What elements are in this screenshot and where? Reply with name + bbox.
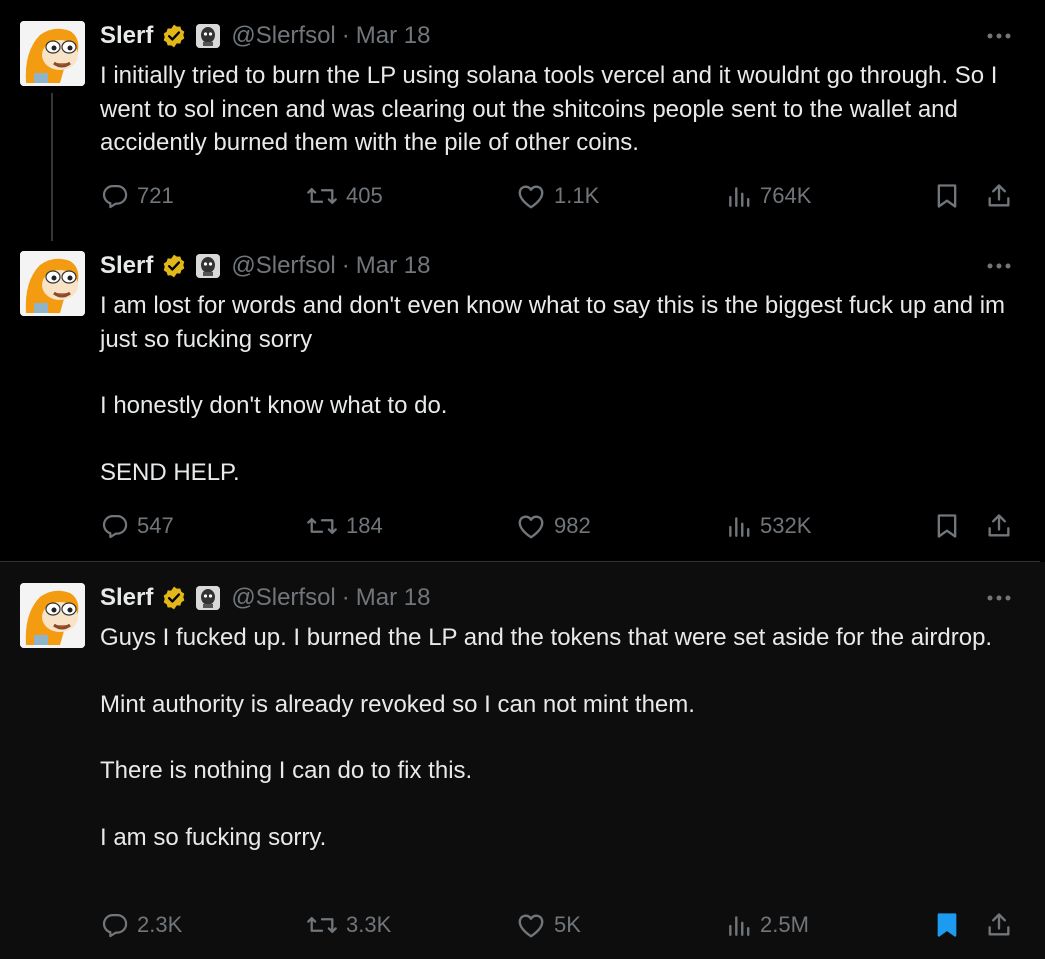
tweet-paragraph: SEND HELP.	[100, 458, 240, 486]
separator-dot: ·	[341, 584, 350, 611]
verified-badge-icon	[164, 254, 185, 278]
view-count: 2.5M	[760, 912, 809, 937]
thread-connector	[51, 93, 53, 241]
like-count: 982	[554, 513, 591, 538]
bookmark-icon	[937, 913, 957, 937]
affiliate-badge-icon[interactable]	[196, 586, 221, 610]
user-handle[interactable]: @Slerfsol	[231, 252, 335, 280]
view-count: 764K	[760, 183, 812, 208]
tweet-paragraph: Guys I fucked up. I burned the LP and th…	[100, 624, 993, 651]
like-count: 5K	[554, 912, 581, 937]
views-icon	[729, 916, 750, 936]
tweet-paragraph: There is nothing I can do to fix this.	[100, 757, 473, 784]
tweet-header: Slerf @Slerfsol · Mar 18	[100, 251, 430, 281]
share-button[interactable]	[985, 506, 1013, 546]
tweet-header: Slerf @Slerfsol · Mar 18	[100, 21, 430, 51]
reply-icon	[102, 514, 128, 539]
avatar[interactable]	[20, 251, 85, 316]
views-button[interactable]: 764K	[726, 176, 811, 216]
repost-button[interactable]: 184	[306, 506, 383, 546]
display-name[interactable]: Slerf	[100, 22, 153, 50]
tweet-text: I initially tried to burn the LP using s…	[100, 59, 1020, 160]
bookmark-button[interactable]	[933, 506, 961, 546]
avatar[interactable]	[20, 583, 85, 648]
separator-dot: ·	[341, 22, 350, 49]
views-icon	[729, 517, 750, 537]
share-icon	[988, 913, 1010, 936]
like-button[interactable]: 1.1K	[516, 176, 599, 216]
like-button[interactable]: 5K	[516, 905, 581, 945]
views-button[interactable]: 532K	[726, 506, 811, 546]
action-bar: 721 405 1.1K 764K	[0, 176, 1045, 216]
tweet-thread: Slerf @Slerfsol · Mar 18 I initially tri…	[0, 0, 1045, 959]
reply-button[interactable]: 547	[101, 506, 174, 546]
repost-count: 184	[346, 513, 383, 538]
reply-button[interactable]: 721	[101, 176, 174, 216]
user-handle[interactable]: @Slerfsol	[231, 22, 335, 50]
tweet-text: Guys I fucked up. I burned the LP and th…	[100, 621, 1020, 854]
user-handle[interactable]: @Slerfsol	[231, 584, 335, 612]
repost-icon	[307, 518, 337, 534]
more-options-icon[interactable]	[985, 24, 1013, 48]
share-icon	[988, 184, 1010, 207]
avatar[interactable]	[20, 21, 85, 86]
tweet-paragraph: I honestly don't know what to do.	[100, 392, 448, 419]
tweet[interactable]: Slerf @Slerfsol · Mar 18 I initially tri…	[0, 0, 1045, 241]
reply-icon	[102, 913, 128, 938]
repost-button[interactable]: 3.3K	[306, 905, 391, 945]
display-name[interactable]: Slerf	[100, 584, 153, 612]
share-button[interactable]	[985, 905, 1013, 945]
reply-button[interactable]: 2.3K	[101, 905, 182, 945]
tweet-header: Slerf @Slerfsol · Mar 18	[100, 583, 430, 613]
heart-icon	[518, 914, 544, 938]
tweet-paragraph: I am lost for words and don't even know …	[100, 292, 1006, 353]
more-options-icon[interactable]	[985, 254, 1013, 278]
verified-badge-icon	[164, 24, 185, 48]
reply-count: 547	[137, 513, 174, 538]
bookmark-button[interactable]	[933, 176, 961, 216]
affiliate-badge-icon[interactable]	[196, 24, 221, 48]
view-count: 532K	[760, 513, 812, 538]
heart-icon	[518, 515, 544, 539]
views-button[interactable]: 2.5M	[726, 905, 809, 945]
bookmark-icon	[937, 514, 957, 538]
repost-icon	[307, 917, 337, 933]
more-options-icon[interactable]	[985, 586, 1013, 610]
separator-dot: ·	[341, 252, 350, 279]
display-name[interactable]: Slerf	[100, 252, 153, 280]
share-button[interactable]	[985, 176, 1013, 216]
repost-button[interactable]: 405	[306, 176, 383, 216]
heart-icon	[518, 185, 544, 209]
tweet-paragraph: I am so fucking sorry.	[100, 823, 327, 851]
share-icon	[988, 514, 1010, 537]
repost-count: 405	[346, 183, 383, 208]
tweet[interactable]: Slerf @Slerfsol · Mar 18 Guys I fucked u…	[0, 562, 1045, 959]
reply-count: 2.3K	[137, 912, 183, 937]
bookmark-button[interactable]	[933, 905, 961, 945]
timestamp[interactable]: Mar 18	[356, 22, 431, 50]
repost-icon	[307, 188, 337, 204]
tweet-paragraph: Mint authority is already revoked so I c…	[100, 690, 695, 718]
like-count: 1.1K	[554, 183, 600, 208]
bookmark-icon	[937, 184, 957, 208]
views-icon	[729, 187, 750, 207]
repost-count: 3.3K	[346, 912, 392, 937]
like-button[interactable]: 982	[516, 506, 591, 546]
verified-badge-icon	[164, 586, 185, 610]
action-bar: 2.3K 3.3K 5K 2.5M	[0, 905, 1045, 945]
tweet-text: I am lost for words and don't even know …	[100, 289, 1020, 489]
timestamp[interactable]: Mar 18	[356, 584, 431, 612]
reply-icon	[102, 184, 128, 209]
affiliate-badge-icon[interactable]	[196, 254, 221, 278]
reply-count: 721	[137, 183, 174, 208]
timestamp[interactable]: Mar 18	[356, 252, 431, 280]
tweet[interactable]: Slerf @Slerfsol · Mar 18 I am lost for w…	[0, 232, 1045, 562]
action-bar: 547 184 982 532K	[0, 506, 1045, 546]
tweet-paragraph: I initially tried to burn the LP using s…	[100, 62, 998, 156]
